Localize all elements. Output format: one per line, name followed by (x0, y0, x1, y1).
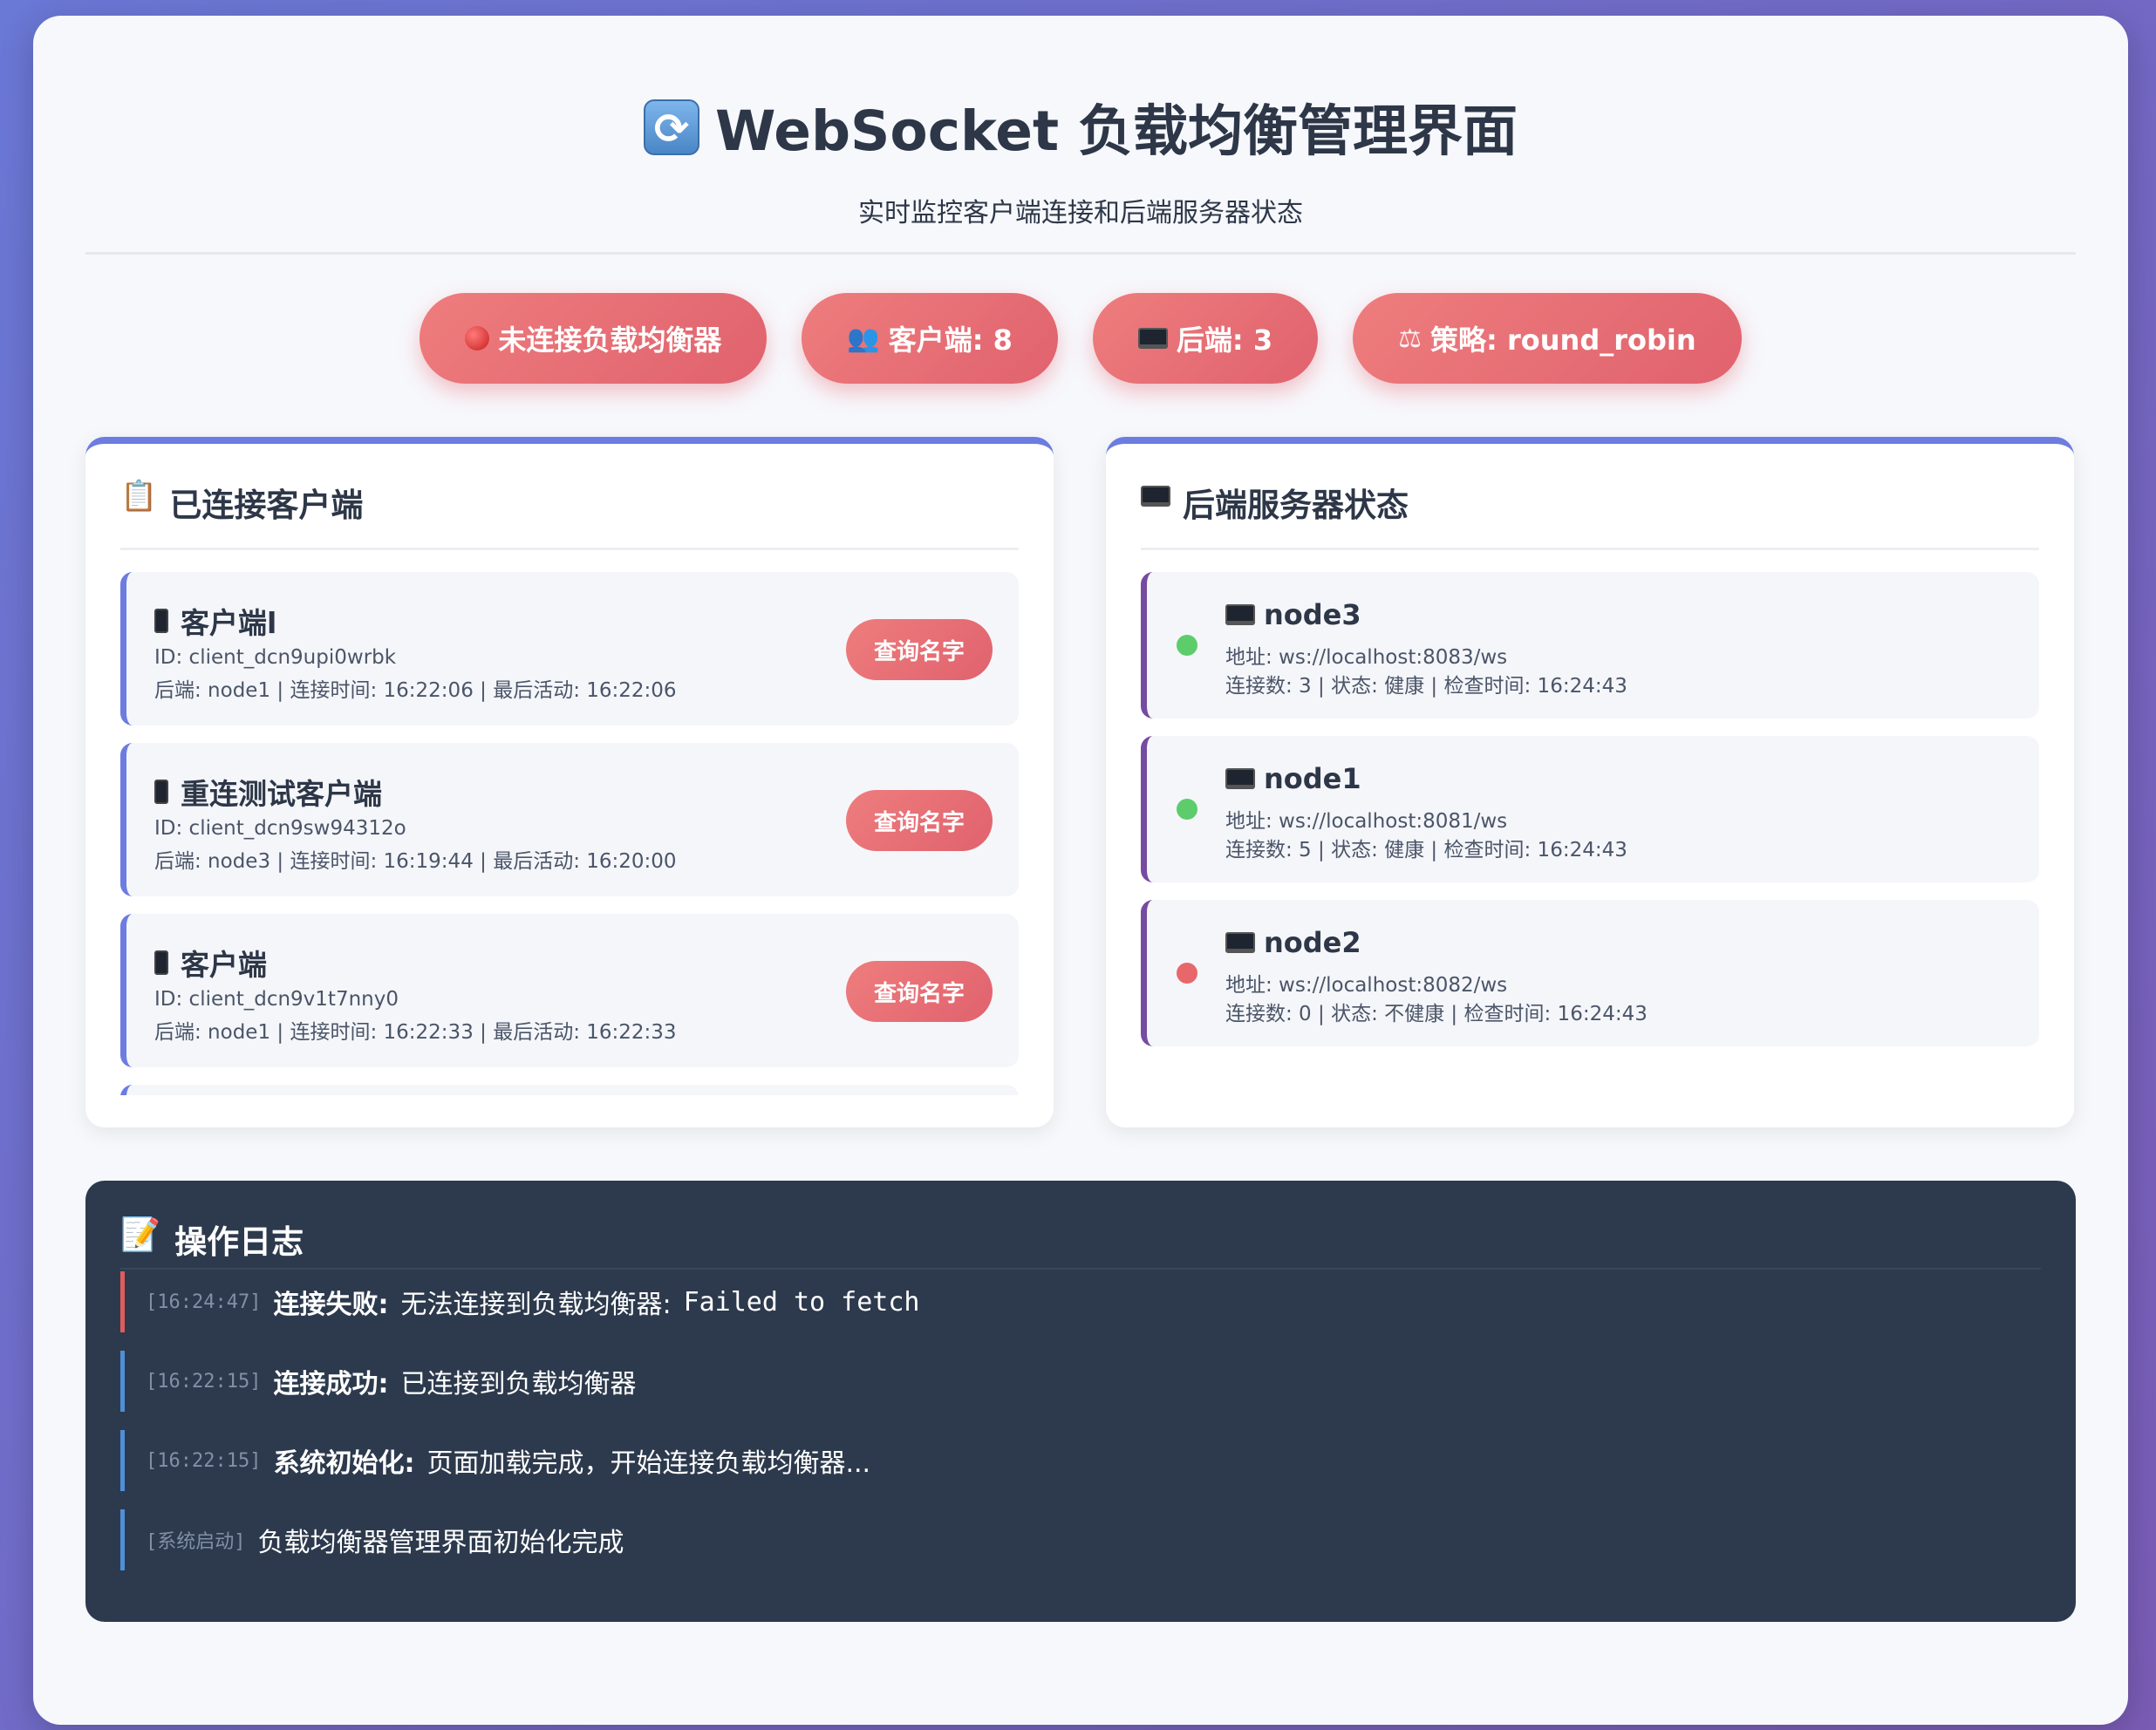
phone-icon (154, 609, 168, 633)
refresh-icon: ⟳ (643, 99, 699, 155)
client-id: ID: client_dcn9sw94312o (154, 817, 406, 840)
clients-panel: 📋 已连接客户端 客户端l ID: client_dcn9upi0wrbk 后端… (85, 437, 1054, 1127)
backend-list: node3 地址: ws://localhost:8083/ws 连接数: 3 … (1141, 572, 2039, 1064)
log-time: [系统启动] (146, 1531, 246, 1553)
log-time: [16:22:15] (146, 1370, 262, 1393)
log-title: 📝 操作日志 (120, 1216, 2041, 1270)
backend-details: 连接数: 0 | 状态: 不健康 | 检查时间: 16:24:43 (1225, 1003, 1648, 1025)
client-item: 重连测试客户端 ID: client_dcn9sw94312o 后端: node… (120, 743, 1019, 896)
backend-details: 连接数: 3 | 状态: 健康 | 检查时间: 16:24:43 (1225, 675, 1627, 698)
monitor-icon (1225, 768, 1255, 789)
monitor-icon (1225, 932, 1255, 953)
backends-panel: 后端服务器状态 node3 地址: ws://localhost:8083/ws… (1106, 437, 2074, 1127)
query-name-button[interactable]: 查询名字 (846, 961, 993, 1022)
log-message: 无法连接到负载均衡器: (400, 1290, 672, 1320)
backend-address: 地址: ws://localhost:8083/ws (1225, 646, 1508, 669)
phone-icon (154, 950, 168, 975)
client-details: 后端: node1 | 连接时间: 16:22:33 | 最后活动: 16:22… (154, 1021, 677, 1044)
log-time: [16:24:47] (146, 1291, 262, 1313)
backend-name: node1 (1225, 762, 1361, 795)
main-container: ⟳ WebSocket 负载均衡管理界面 实时监控客户端连接和后端服务器状态 未… (33, 16, 2128, 1725)
log-time: [16:22:15] (146, 1449, 262, 1472)
page-subtitle: 实时监控客户端连接和后端服务器状态 (858, 198, 1303, 228)
log-entry: [16:22:15] 系统初始化: 页面加载完成，开始连接负载均衡器... (120, 1430, 870, 1491)
backend-address: 地址: ws://localhost:8082/ws (1225, 974, 1508, 997)
log-label: 连接成功: (273, 1369, 389, 1400)
backend-item: node1 地址: ws://localhost:8081/ws 连接数: 5 … (1141, 736, 2039, 882)
phone-icon (154, 780, 168, 804)
client-item: 客户端 ID: client_dcn9v1t7nny0 后端: node1 | … (120, 914, 1019, 1067)
log-label: 连接失败: (273, 1290, 389, 1320)
memo-icon: 📝 (120, 1216, 161, 1253)
client-details: 后端: node3 | 连接时间: 16:19:44 | 最后活动: 16:20… (154, 850, 677, 873)
header: ⟳ WebSocket 负载均衡管理界面 实时监控客户端连接和后端服务器状态 (85, 68, 2076, 255)
monitor-icon (1225, 604, 1255, 625)
clients-panel-title-text: 已连接客户端 (169, 487, 364, 524)
log-message: 已连接到负载均衡器 (400, 1369, 637, 1400)
client-name: 客户端 (154, 942, 267, 984)
log-title-text: 操作日志 (174, 1223, 304, 1261)
stats-bar: 未连接负载均衡器 👥 客户端: 8 后端: 3 ⚖ 策略: round_robi… (33, 293, 2128, 384)
client-name: 重连测试客户端 (154, 771, 382, 813)
client-name-text: 客户端l (181, 606, 277, 640)
backend-item: node3 地址: ws://localhost:8083/ws 连接数: 3 … (1141, 572, 2039, 719)
log-message: 页面加载完成，开始连接负载均衡器... (426, 1448, 871, 1479)
client-id: ID: client_dcn9v1t7nny0 (154, 988, 399, 1011)
client-details: 后端: node1 | 连接时间: 16:22:06 | 最后活动: 16:22… (154, 679, 677, 702)
log-message: 负载均衡器管理界面初始化完成 (257, 1528, 624, 1558)
clients-panel-title: 📋 已连接客户端 (120, 479, 1019, 550)
log-entry: [系统启动] 负载均衡器管理界面初始化完成 (120, 1509, 624, 1570)
healthy-status-dot (1177, 799, 1197, 820)
log-entry: [16:24:47] 连接失败: 无法连接到负载均衡器: Failed to f… (120, 1271, 920, 1332)
page-title: ⟳ WebSocket 负载均衡管理界面 (85, 87, 2076, 167)
client-name-text: 重连测试客户端 (181, 777, 382, 811)
log-label: 系统初始化: (273, 1448, 415, 1479)
users-icon: 👥 (847, 323, 880, 354)
backend-name: node2 (1225, 926, 1361, 959)
backend-name: node3 (1225, 598, 1361, 631)
client-item-partial (120, 1085, 1019, 1095)
healthy-status-dot (1177, 635, 1197, 656)
log-entry: [16:22:15] 连接成功: 已连接到负载均衡器 (120, 1351, 636, 1412)
backend-count-text: 后端: 3 (1176, 324, 1273, 357)
monitor-icon (1137, 328, 1168, 349)
backend-address: 地址: ws://localhost:8081/ws (1225, 810, 1508, 833)
unhealthy-status-dot (1177, 963, 1197, 984)
client-name: 客户端l (154, 600, 276, 642)
backend-count-badge: 后端: 3 (1092, 293, 1319, 384)
backend-name-text: node3 (1264, 598, 1361, 631)
page-title-text: WebSocket 负载均衡管理界面 (714, 99, 1518, 163)
backend-name-text: node1 (1264, 762, 1361, 795)
query-name-button[interactable]: 查询名字 (846, 619, 993, 680)
monitor-icon (1141, 486, 1170, 507)
backend-details: 连接数: 5 | 状态: 健康 | 检查时间: 16:24:43 (1225, 839, 1627, 862)
backend-item: node2 地址: ws://localhost:8082/ws 连接数: 0 … (1141, 900, 2039, 1046)
operation-log-panel: 📝 操作日志 [16:24:47] 连接失败: 无法连接到负载均衡器: Fail… (85, 1181, 2076, 1622)
client-item: 客户端l ID: client_dcn9upi0wrbk 后端: node1 |… (120, 572, 1019, 725)
client-name-text: 客户端 (181, 948, 267, 982)
backends-panel-title-text: 后端服务器状态 (1183, 487, 1409, 524)
connection-status-badge: 未连接负载均衡器 (420, 293, 768, 384)
log-message-detail: Failed to fetch (683, 1286, 920, 1318)
strategy-badge: ⚖ 策略: round_robin (1353, 293, 1742, 384)
client-count-text: 客户端: 8 (888, 324, 1013, 357)
query-name-button[interactable]: 查询名字 (846, 790, 993, 851)
clipboard-icon: 📋 (120, 479, 158, 514)
backend-name-text: node2 (1264, 926, 1361, 959)
backends-panel-title: 后端服务器状态 (1141, 479, 2039, 550)
red-circle-icon (465, 326, 490, 351)
client-id: ID: client_dcn9upi0wrbk (154, 646, 397, 669)
client-count-badge: 👥 客户端: 8 (802, 293, 1058, 384)
connection-status-text: 未连接负载均衡器 (498, 324, 722, 357)
client-list[interactable]: 客户端l ID: client_dcn9upi0wrbk 后端: node1 |… (120, 572, 1019, 1095)
strategy-text: 策略: round_robin (1430, 324, 1696, 357)
balance-scale-icon: ⚖ (1398, 323, 1423, 354)
